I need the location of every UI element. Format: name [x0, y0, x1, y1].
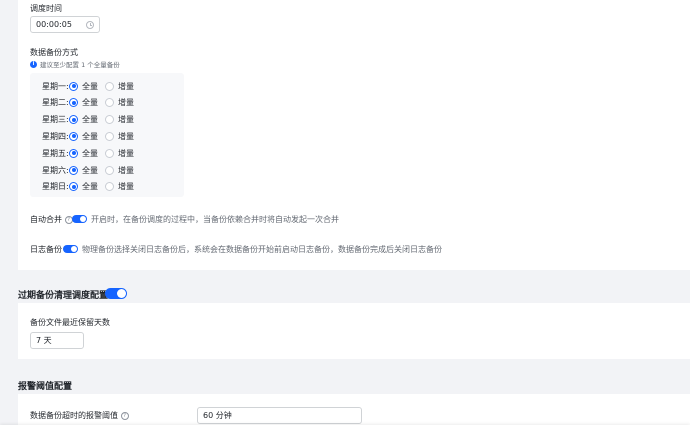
help-icon[interactable]: ? [120, 411, 129, 420]
incremental-backup-option[interactable]: 增量 [105, 81, 134, 92]
incremental-backup-option[interactable]: 增量 [105, 114, 134, 125]
weekday-row: 星期二: 全量 增量 [42, 97, 134, 109]
full-backup-radio[interactable] [69, 81, 78, 91]
weekday-row: 星期三: 全量 增量 [42, 114, 134, 126]
incremental-backup-label: 增量 [118, 81, 134, 91]
timeout-input[interactable]: 60 分钟 [197, 407, 362, 424]
auto-merge-label-text: 自动合并 [30, 215, 62, 224]
full-backup-radio[interactable] [69, 98, 78, 108]
full-backup-option[interactable]: 全量 [69, 114, 105, 125]
timeout-label: 数据备份超时的报警阈值 ? [30, 410, 129, 421]
incremental-backup-label: 增量 [118, 115, 134, 125]
auto-merge-switch[interactable] [72, 215, 87, 223]
full-backup-label: 全量 [82, 98, 98, 108]
full-backup-option[interactable]: 全量 [69, 148, 105, 159]
retention-input[interactable]: 7 天 [30, 332, 84, 349]
weekday-label: 星期五: [42, 148, 69, 158]
incremental-backup-label: 增量 [118, 165, 134, 175]
incremental-backup-radio[interactable] [105, 98, 114, 108]
log-backup-switch[interactable] [63, 245, 78, 253]
incremental-backup-option[interactable]: 增量 [105, 97, 134, 108]
incremental-backup-radio[interactable] [105, 165, 114, 175]
weekday-row: 星期日: 全量 增量 [42, 181, 134, 193]
full-backup-option[interactable]: 全量 [69, 81, 105, 92]
weekday-label: 星期二: [42, 98, 69, 108]
schedule-time-value: 00:00:05 [36, 20, 72, 29]
expired-cleanup-card: 备份文件最近保留天数 7 天 [18, 303, 690, 359]
weekday-label: 星期一: [42, 81, 69, 91]
bottom-action-bar [0, 425, 690, 441]
full-backup-label: 全量 [82, 131, 98, 141]
full-backup-radio[interactable] [69, 115, 78, 125]
incremental-backup-option[interactable]: 增量 [105, 165, 134, 176]
full-backup-label: 全量 [82, 148, 98, 158]
incremental-backup-option[interactable]: 增量 [105, 131, 134, 142]
full-backup-label: 全量 [82, 182, 98, 192]
incremental-backup-radio[interactable] [105, 182, 114, 192]
incremental-backup-label: 增量 [118, 148, 134, 158]
incremental-backup-option[interactable]: 增量 [105, 181, 134, 192]
weekday-label: 星期六: [42, 165, 69, 175]
weekday-label: 星期三: [42, 115, 69, 125]
full-backup-label: 全量 [82, 115, 98, 125]
backup-mode-label: 数据备份方式 [30, 48, 78, 57]
weekday-row: 星期一: 全量 增量 [42, 80, 134, 92]
full-backup-radio[interactable] [69, 148, 78, 158]
retention-value: 7 天 [36, 336, 52, 345]
full-backup-label: 全量 [82, 81, 98, 91]
incremental-backup-label: 增量 [118, 98, 134, 108]
alarm-title: 报警阈值配置 [18, 382, 73, 392]
weekday-label: 星期四: [42, 131, 69, 141]
timeout-label-text: 数据备份超时的报警阈值 [30, 411, 118, 420]
full-backup-option[interactable]: 全量 [69, 181, 105, 192]
incremental-backup-radio[interactable] [105, 148, 114, 158]
full-backup-option[interactable]: 全量 [69, 131, 105, 142]
backup-mode-hint-text: 建议至少配置 1 个全量备份 [40, 61, 120, 69]
incremental-backup-radio[interactable] [105, 115, 114, 125]
incremental-backup-radio[interactable] [105, 81, 114, 91]
incremental-backup-option[interactable]: 增量 [105, 148, 134, 159]
incremental-backup-label: 增量 [118, 131, 134, 141]
clock-icon[interactable] [86, 20, 94, 29]
weekday-row: 星期六: 全量 增量 [42, 164, 134, 176]
full-backup-option[interactable]: 全量 [69, 97, 105, 108]
schedule-time-input[interactable]: 00:00:05 [30, 16, 100, 33]
full-backup-option[interactable]: 全量 [69, 165, 105, 176]
expired-cleanup-title: 过期备份清理调度配置 [18, 291, 109, 301]
weekday-row: 星期五: 全量 增量 [42, 147, 134, 159]
retention-label: 备份文件最近保留天数 [30, 318, 110, 327]
auto-merge-description: 开启时，在备份调度的过程中，当备份依赖合并时将自动发起一次合并 [91, 215, 339, 224]
weekday-row: 星期四: 全量 增量 [42, 130, 134, 142]
schedule-time-label: 调度时间 [30, 4, 62, 13]
timeout-value: 60 分钟 [203, 411, 232, 420]
backup-mode-hint: i 建议至少配置 1 个全量备份 [30, 59, 120, 69]
full-backup-radio[interactable] [69, 182, 78, 192]
incremental-backup-label: 增量 [118, 182, 134, 192]
full-backup-label: 全量 [82, 165, 98, 175]
info-icon: i [30, 60, 37, 68]
weekday-label: 星期日: [42, 182, 69, 192]
log-backup-description: 物理备份选择关闭日志备份后，系统会在数据备份开始前启动日志备份，数据备份完成后关… [82, 245, 442, 254]
full-backup-radio[interactable] [69, 131, 78, 141]
expired-cleanup-switch[interactable] [105, 288, 127, 299]
log-backup-label: 日志备份 [30, 245, 62, 254]
auto-merge-label: 自动合并 ? [30, 214, 73, 225]
full-backup-radio[interactable] [69, 165, 78, 175]
incremental-backup-radio[interactable] [105, 131, 114, 141]
backup-policy-page: 调度时间 00:00:05 数据备份方式 i 建议至少配置 1 个全量备份 星期… [0, 0, 690, 441]
